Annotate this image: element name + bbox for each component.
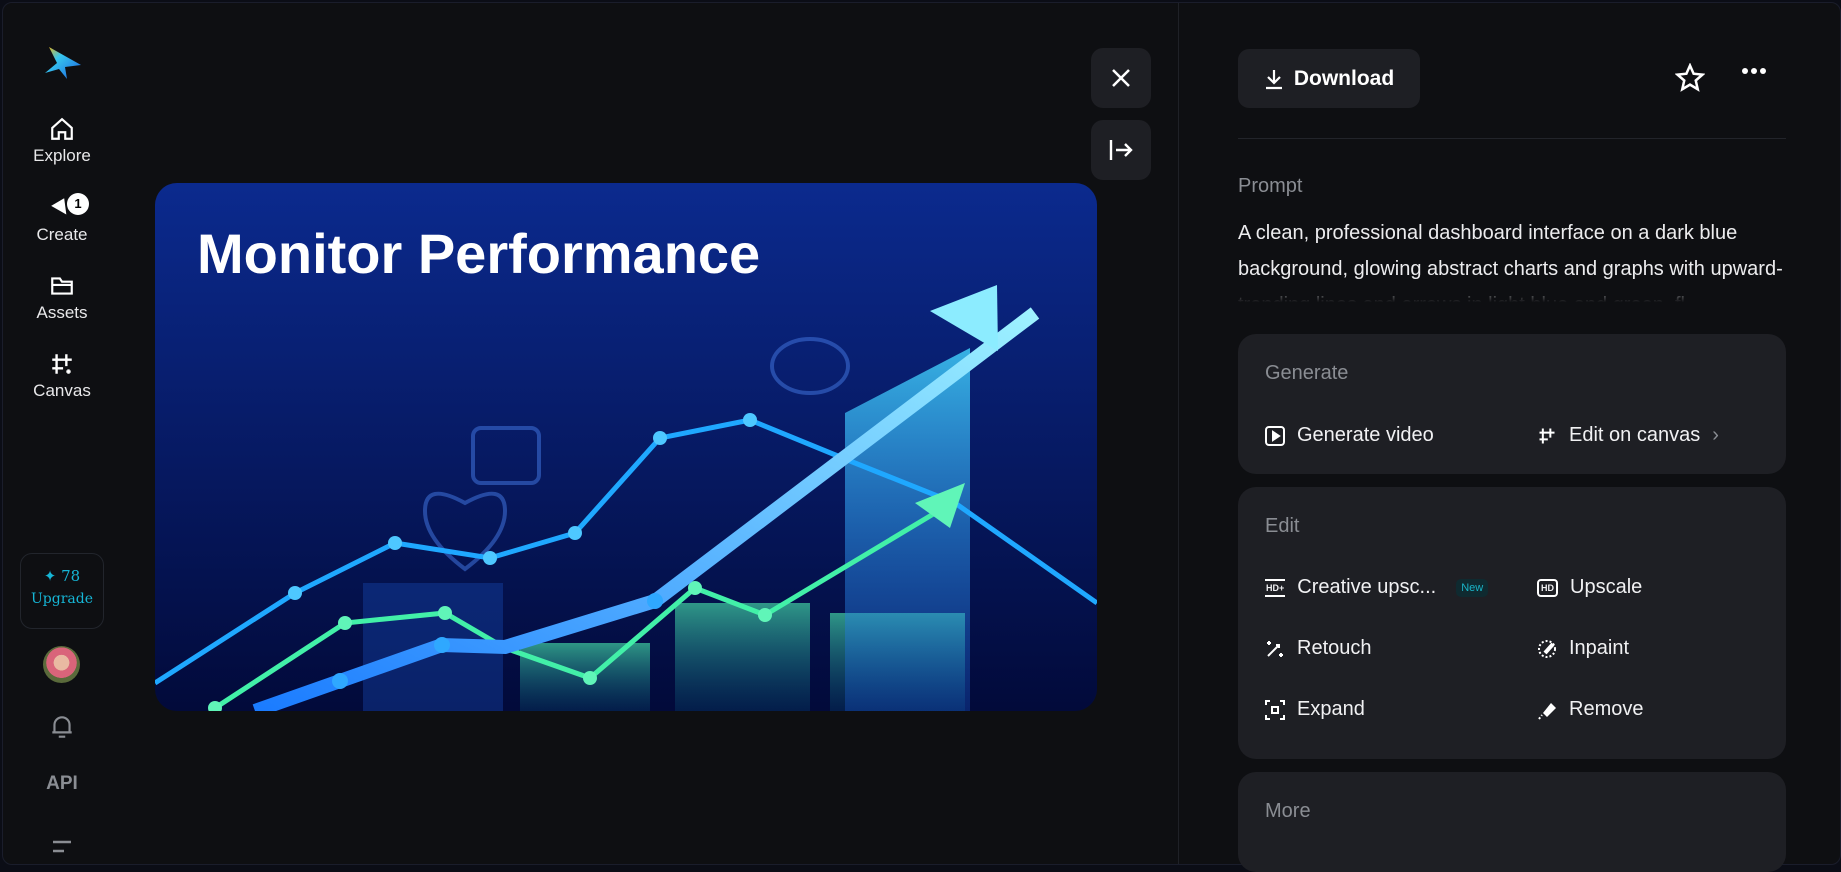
star-icon[interactable] bbox=[1675, 63, 1705, 93]
expand-icon bbox=[1265, 699, 1285, 720]
sidebar-item-label: Assets bbox=[36, 303, 88, 322]
upscale-button[interactable]: HD Upscale bbox=[1537, 576, 1642, 599]
canvas-icon bbox=[1539, 428, 1555, 443]
magic-wand-icon bbox=[1267, 640, 1283, 657]
chevron-right-icon: › bbox=[1712, 424, 1719, 446]
logo-icon bbox=[45, 47, 81, 79]
retouch-button[interactable]: Retouch bbox=[1265, 637, 1372, 660]
divider bbox=[1238, 138, 1786, 139]
download-button[interactable]: Download bbox=[1238, 49, 1420, 108]
inpaint-label: Inpaint bbox=[1569, 637, 1630, 659]
edit-on-canvas-button[interactable]: Edit on canvas › bbox=[1537, 424, 1719, 447]
sparkle-icon: ✦ bbox=[43, 567, 57, 585]
edit-card: Edit HD+ Creative upsc... New HD Upscale… bbox=[1238, 487, 1786, 759]
sidebar: Explore 1 Create Assets Canvas ✦ 78 Upgr… bbox=[3, 3, 121, 864]
hd-icon: HD bbox=[1537, 578, 1558, 597]
api-link[interactable]: API bbox=[3, 773, 121, 795]
bell-icon[interactable] bbox=[49, 713, 75, 741]
new-badge: New bbox=[1456, 578, 1489, 597]
remove-label: Remove bbox=[1569, 698, 1644, 720]
notification-badge: 1 bbox=[67, 193, 89, 215]
edit-on-canvas-label: Edit on canvas bbox=[1569, 424, 1701, 446]
generated-image-preview[interactable]: Monitor Performance bbox=[155, 183, 1097, 711]
avatar[interactable] bbox=[43, 646, 80, 683]
download-icon bbox=[1265, 69, 1282, 89]
eraser-icon bbox=[1538, 702, 1556, 720]
close-button[interactable] bbox=[1091, 48, 1151, 108]
menu-icon[interactable] bbox=[51, 838, 73, 856]
play-video-icon bbox=[1265, 425, 1285, 446]
sidebar-item-label: Explore bbox=[33, 146, 91, 165]
image-title-text: Monitor Performance bbox=[197, 222, 760, 285]
generate-video-label: Generate video bbox=[1297, 424, 1434, 446]
canvas-icon bbox=[52, 354, 72, 374]
more-title: More bbox=[1265, 800, 1311, 822]
sidebar-item-explore[interactable]: Explore bbox=[3, 116, 121, 166]
expand-button[interactable]: Expand bbox=[1265, 698, 1365, 721]
credits-upgrade-button[interactable]: ✦ 78 Upgrade bbox=[20, 553, 104, 629]
prompt-label: Prompt bbox=[1238, 175, 1303, 197]
remove-button[interactable]: Remove bbox=[1537, 698, 1643, 721]
folder-icon bbox=[51, 277, 73, 295]
credits-count: 78 bbox=[61, 567, 81, 585]
more-card: More bbox=[1238, 772, 1786, 872]
expand-label: Expand bbox=[1297, 698, 1365, 720]
creative-upscale-label: Creative upsc... bbox=[1297, 576, 1437, 598]
retouch-label: Retouch bbox=[1297, 637, 1372, 659]
hd-plus-icon: HD+ bbox=[1265, 578, 1286, 597]
inpaint-brush-icon bbox=[1538, 639, 1556, 658]
download-label: Download bbox=[1293, 66, 1395, 90]
generate-video-button[interactable]: Generate video bbox=[1265, 424, 1434, 447]
panel-divider bbox=[1178, 3, 1179, 864]
sidebar-item-assets[interactable]: Assets bbox=[3, 273, 121, 323]
upgrade-label: Upgrade bbox=[30, 591, 93, 607]
upscale-label: Upscale bbox=[1570, 576, 1643, 598]
prompt-text: A clean, professional dashboard interfac… bbox=[1238, 222, 1783, 307]
home-icon bbox=[51, 117, 73, 140]
generate-title: Generate bbox=[1265, 362, 1349, 384]
preview-image: Monitor Performance bbox=[155, 183, 1097, 711]
arrow-right-to-bar-icon bbox=[1109, 140, 1133, 160]
generate-card: Generate Generate video Edit on canvas › bbox=[1238, 334, 1786, 474]
more-options-icon[interactable] bbox=[1741, 67, 1767, 75]
close-icon bbox=[1112, 69, 1130, 87]
inpaint-button[interactable]: Inpaint bbox=[1537, 637, 1629, 660]
creative-upscale-button[interactable]: HD+ Creative upsc... New bbox=[1265, 576, 1489, 599]
collapse-panel-button[interactable] bbox=[1091, 120, 1151, 180]
sidebar-item-label: Canvas bbox=[33, 381, 91, 400]
sidebar-item-create[interactable]: 1 Create bbox=[3, 193, 121, 245]
sidebar-item-canvas[interactable]: Canvas bbox=[3, 351, 121, 401]
sidebar-item-label: Create bbox=[36, 225, 88, 244]
app-window: Explore 1 Create Assets Canvas ✦ 78 Upgr… bbox=[2, 2, 1841, 872]
edit-title: Edit bbox=[1265, 515, 1300, 537]
